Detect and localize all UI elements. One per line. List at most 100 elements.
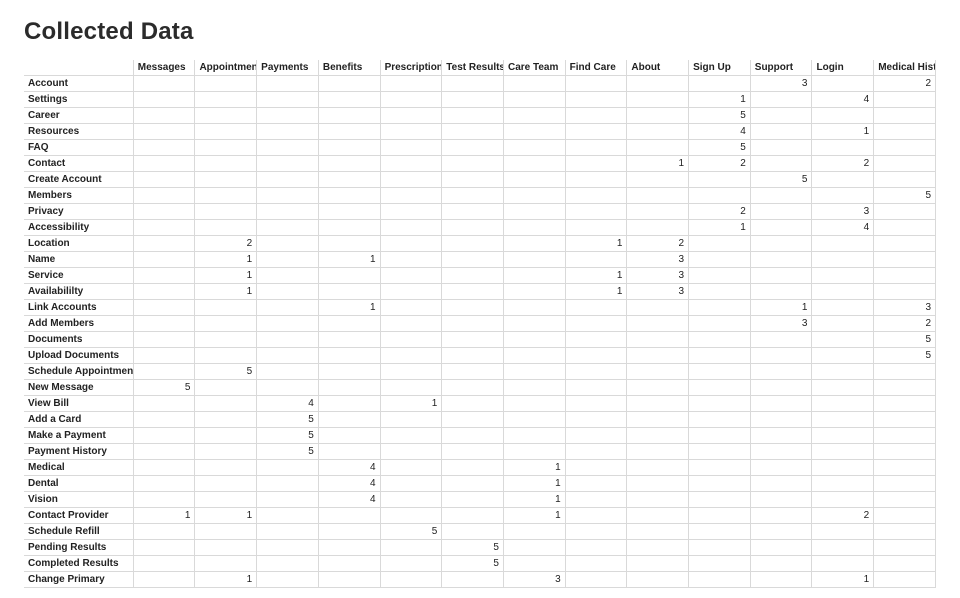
table-cell: 4: [318, 476, 380, 492]
table-cell: [318, 156, 380, 172]
table-cell: 2: [874, 76, 936, 92]
table-cell: [257, 220, 319, 236]
row-header: Medical: [24, 460, 133, 476]
table-cell: 5: [380, 524, 442, 540]
table-cell: [318, 236, 380, 252]
row-header: Privacy: [24, 204, 133, 220]
table-cell: [812, 556, 874, 572]
table-cell: [750, 348, 812, 364]
table-cell: [442, 124, 504, 140]
table-cell: [133, 556, 195, 572]
table-cell: [380, 236, 442, 252]
row-header: Change Primary: [24, 572, 133, 588]
table-cell: [503, 188, 565, 204]
table-cell: 1: [195, 252, 257, 268]
column-header: Login: [812, 60, 874, 76]
table-cell: [689, 268, 751, 284]
table-cell: [627, 540, 689, 556]
table-cell: [133, 476, 195, 492]
table-cell: 1: [750, 300, 812, 316]
table-cell: [689, 524, 751, 540]
table-cell: [442, 156, 504, 172]
table-cell: [750, 428, 812, 444]
table-cell: [257, 236, 319, 252]
table-cell: [503, 332, 565, 348]
table-row: Availabililty113: [24, 284, 936, 300]
table-row: Settings14: [24, 92, 936, 108]
table-cell: [565, 140, 627, 156]
table-cell: [195, 140, 257, 156]
table-cell: [565, 476, 627, 492]
table-cell: [257, 508, 319, 524]
table-cell: [627, 508, 689, 524]
table-cell: [503, 316, 565, 332]
table-cell: [442, 380, 504, 396]
table-cell: [503, 172, 565, 188]
table-cell: [257, 124, 319, 140]
table-cell: [812, 380, 874, 396]
table-cell: [133, 140, 195, 156]
table-cell: [380, 252, 442, 268]
column-header: Messages: [133, 60, 195, 76]
table-row: Career5: [24, 108, 936, 124]
table-cell: 5: [257, 428, 319, 444]
table-row: New Message5: [24, 380, 936, 396]
table-cell: [318, 92, 380, 108]
table-cell: [750, 508, 812, 524]
table-cell: [689, 380, 751, 396]
table-cell: [565, 572, 627, 588]
column-header: Sign Up: [689, 60, 751, 76]
table-cell: [565, 460, 627, 476]
table-cell: [503, 444, 565, 460]
table-cell: [133, 284, 195, 300]
table-cell: [565, 524, 627, 540]
row-header: Settings: [24, 92, 133, 108]
table-cell: [195, 556, 257, 572]
table-row: Name113: [24, 252, 936, 268]
table-cell: 1: [318, 252, 380, 268]
table-cell: 5: [195, 364, 257, 380]
table-row: Dental41: [24, 476, 936, 492]
table-cell: [195, 428, 257, 444]
table-cell: [257, 268, 319, 284]
table-cell: [133, 572, 195, 588]
table-cell: [380, 204, 442, 220]
table-cell: [195, 332, 257, 348]
table-cell: [133, 236, 195, 252]
table-cell: [750, 556, 812, 572]
table-cell: 4: [812, 92, 874, 108]
table-row: Pending Results5: [24, 540, 936, 556]
table-cell: 1: [503, 476, 565, 492]
table-cell: [689, 508, 751, 524]
table-row: Schedule Appointment5: [24, 364, 936, 380]
table-cell: 2: [874, 316, 936, 332]
table-cell: [874, 284, 936, 300]
table-cell: [503, 380, 565, 396]
table-cell: [750, 460, 812, 476]
data-table: MessagesAppointmentsPaymentsBenefitsPres…: [24, 60, 936, 588]
table-cell: [257, 492, 319, 508]
table-cell: [565, 220, 627, 236]
table-cell: [812, 364, 874, 380]
table-cell: [318, 508, 380, 524]
table-cell: [812, 476, 874, 492]
table-cell: 2: [689, 204, 751, 220]
table-cell: [257, 284, 319, 300]
table-cell: [627, 444, 689, 460]
table-cell: [195, 540, 257, 556]
table-cell: [133, 124, 195, 140]
table-cell: [133, 412, 195, 428]
table-cell: [380, 220, 442, 236]
table-cell: [812, 348, 874, 364]
table-cell: [750, 156, 812, 172]
table-cell: [257, 172, 319, 188]
row-header: Career: [24, 108, 133, 124]
table-cell: [565, 108, 627, 124]
table-cell: [689, 572, 751, 588]
table-cell: [380, 508, 442, 524]
table-cell: [380, 76, 442, 92]
table-cell: [627, 140, 689, 156]
table-cell: [874, 156, 936, 172]
table-cell: [812, 268, 874, 284]
table-cell: 3: [750, 76, 812, 92]
